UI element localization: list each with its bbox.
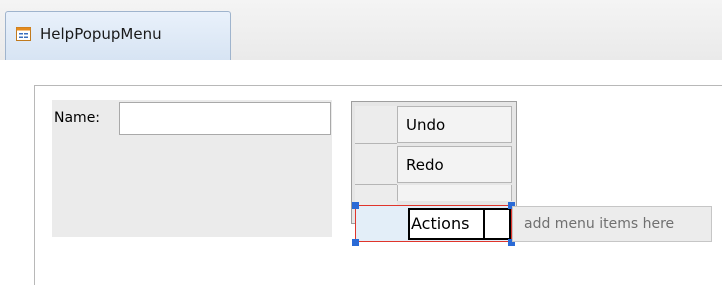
form-icon <box>16 27 31 41</box>
menu-item-redo[interactable]: Redo <box>397 146 512 183</box>
tab-label: HelpPopupMenu <box>40 25 162 43</box>
resize-handle-top-left[interactable] <box>352 202 359 209</box>
menu-gutter-divider <box>355 143 397 144</box>
tab-help-popup-menu[interactable]: HelpPopupMenu <box>5 11 231 60</box>
resize-handle-bottom-left[interactable] <box>352 239 359 246</box>
menu-separator-item[interactable] <box>397 185 512 201</box>
add-menu-items-placeholder[interactable]: add menu items here <box>512 206 712 242</box>
name-label: Name: <box>54 110 101 126</box>
add-menu-items-text: add menu items here <box>524 216 675 232</box>
menu-item-label: Undo <box>406 116 446 134</box>
menu-item-label: Redo <box>406 156 444 174</box>
edit-cursor-box <box>483 208 511 240</box>
menu-item-undo[interactable]: Undo <box>397 106 512 143</box>
menu-item-edit-text: Actions <box>411 214 470 233</box>
menu-gutter-divider <box>355 184 397 185</box>
form-outline-edge <box>711 85 722 86</box>
name-input[interactable] <box>119 102 331 135</box>
document-tab-strip: HelpPopupMenu <box>0 0 722 61</box>
